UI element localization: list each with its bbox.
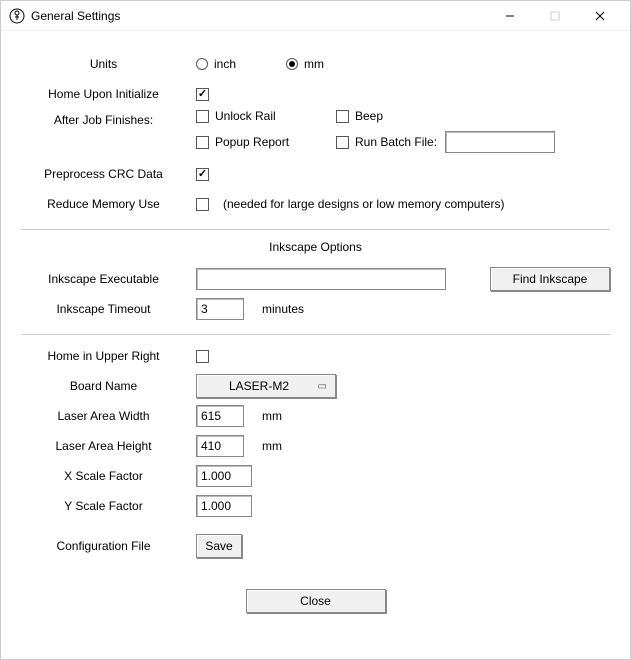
laser-height-input[interactable] (196, 435, 244, 457)
inkscape-timeout-input[interactable] (196, 298, 244, 320)
laser-width-input[interactable] (196, 405, 244, 427)
run-batch-checkbox[interactable]: Run Batch File: (336, 135, 437, 149)
checkbox-icon (196, 136, 209, 149)
units-label: Units (21, 57, 196, 71)
inkscape-exe-input[interactable] (196, 268, 446, 290)
reduce-mem-hint: (needed for large designs or low memory … (223, 197, 504, 211)
units-radio-group: inch mm (196, 57, 324, 71)
after-job-label: After Job Finishes: (21, 109, 196, 127)
checkbox-icon (336, 110, 349, 123)
radio-label: inch (214, 57, 236, 71)
home-init-label: Home Upon Initialize (21, 87, 196, 101)
content-area: Units inch mm Home Upon Initialize (1, 31, 630, 659)
mm-unit-label: mm (262, 409, 282, 423)
separator (21, 334, 610, 335)
checkbox-icon (336, 136, 349, 149)
preprocess-label: Preprocess CRC Data (21, 167, 196, 181)
popup-report-checkbox[interactable]: Popup Report (196, 135, 336, 149)
yscale-input[interactable] (196, 495, 252, 517)
checkbox-label: Popup Report (215, 135, 289, 149)
app-icon (9, 8, 25, 24)
checkbox-icon (196, 110, 209, 123)
save-button[interactable]: Save (196, 534, 242, 558)
home-upper-right-checkbox[interactable] (196, 350, 209, 363)
board-name-label: Board Name (21, 379, 196, 393)
checkbox-label: Run Batch File: (355, 135, 437, 149)
xscale-label: X Scale Factor (21, 469, 196, 483)
unlock-rail-checkbox[interactable]: Unlock Rail (196, 109, 336, 123)
home-upper-right-label: Home in Upper Right (21, 349, 196, 363)
mm-unit-label: mm (262, 439, 282, 453)
checkbox-icon: ✓ (196, 168, 209, 181)
separator (21, 229, 610, 230)
batch-file-input[interactable] (445, 131, 555, 153)
units-inch-radio[interactable]: inch (196, 57, 236, 71)
titlebar: General Settings (1, 1, 630, 31)
minimize-button[interactable] (487, 2, 532, 30)
window: General Settings Units inch (0, 0, 631, 660)
inkscape-section-title: Inkscape Options (21, 236, 610, 264)
dropdown-indicator-icon: ▭ (313, 381, 327, 392)
checkbox-icon (196, 198, 209, 211)
preprocess-checkbox[interactable]: ✓ (196, 168, 209, 181)
checkbox-icon: ✓ (196, 88, 209, 101)
find-inkscape-button[interactable]: Find Inkscape (490, 267, 610, 291)
checkbox-label: Beep (355, 109, 383, 123)
radio-icon (286, 58, 298, 70)
xscale-input[interactable] (196, 465, 252, 487)
close-button[interactable]: Close (246, 589, 386, 613)
home-init-checkbox[interactable]: ✓ (196, 88, 209, 101)
checkbox-icon (196, 350, 209, 363)
checkbox-label: Unlock Rail (215, 109, 276, 123)
laser-height-label: Laser Area Height (21, 439, 196, 453)
board-name-value: LASER-M2 (205, 379, 313, 393)
inkscape-timeout-label: Inkscape Timeout (21, 302, 196, 316)
minutes-label: minutes (262, 302, 304, 316)
yscale-label: Y Scale Factor (21, 499, 196, 513)
radio-icon (196, 58, 208, 70)
config-file-label: Configuration File (21, 539, 196, 553)
reduce-mem-label: Reduce Memory Use (21, 197, 196, 211)
radio-label: mm (304, 57, 324, 71)
window-title: General Settings (31, 9, 120, 23)
inkscape-exe-label: Inkscape Executable (21, 272, 196, 286)
beep-checkbox[interactable]: Beep (336, 109, 555, 123)
maximize-button (532, 2, 577, 30)
units-mm-radio[interactable]: mm (286, 57, 324, 71)
reduce-mem-checkbox[interactable] (196, 198, 209, 211)
board-name-select[interactable]: LASER-M2 ▭ (196, 374, 336, 398)
laser-width-label: Laser Area Width (21, 409, 196, 423)
close-window-button[interactable] (577, 2, 622, 30)
